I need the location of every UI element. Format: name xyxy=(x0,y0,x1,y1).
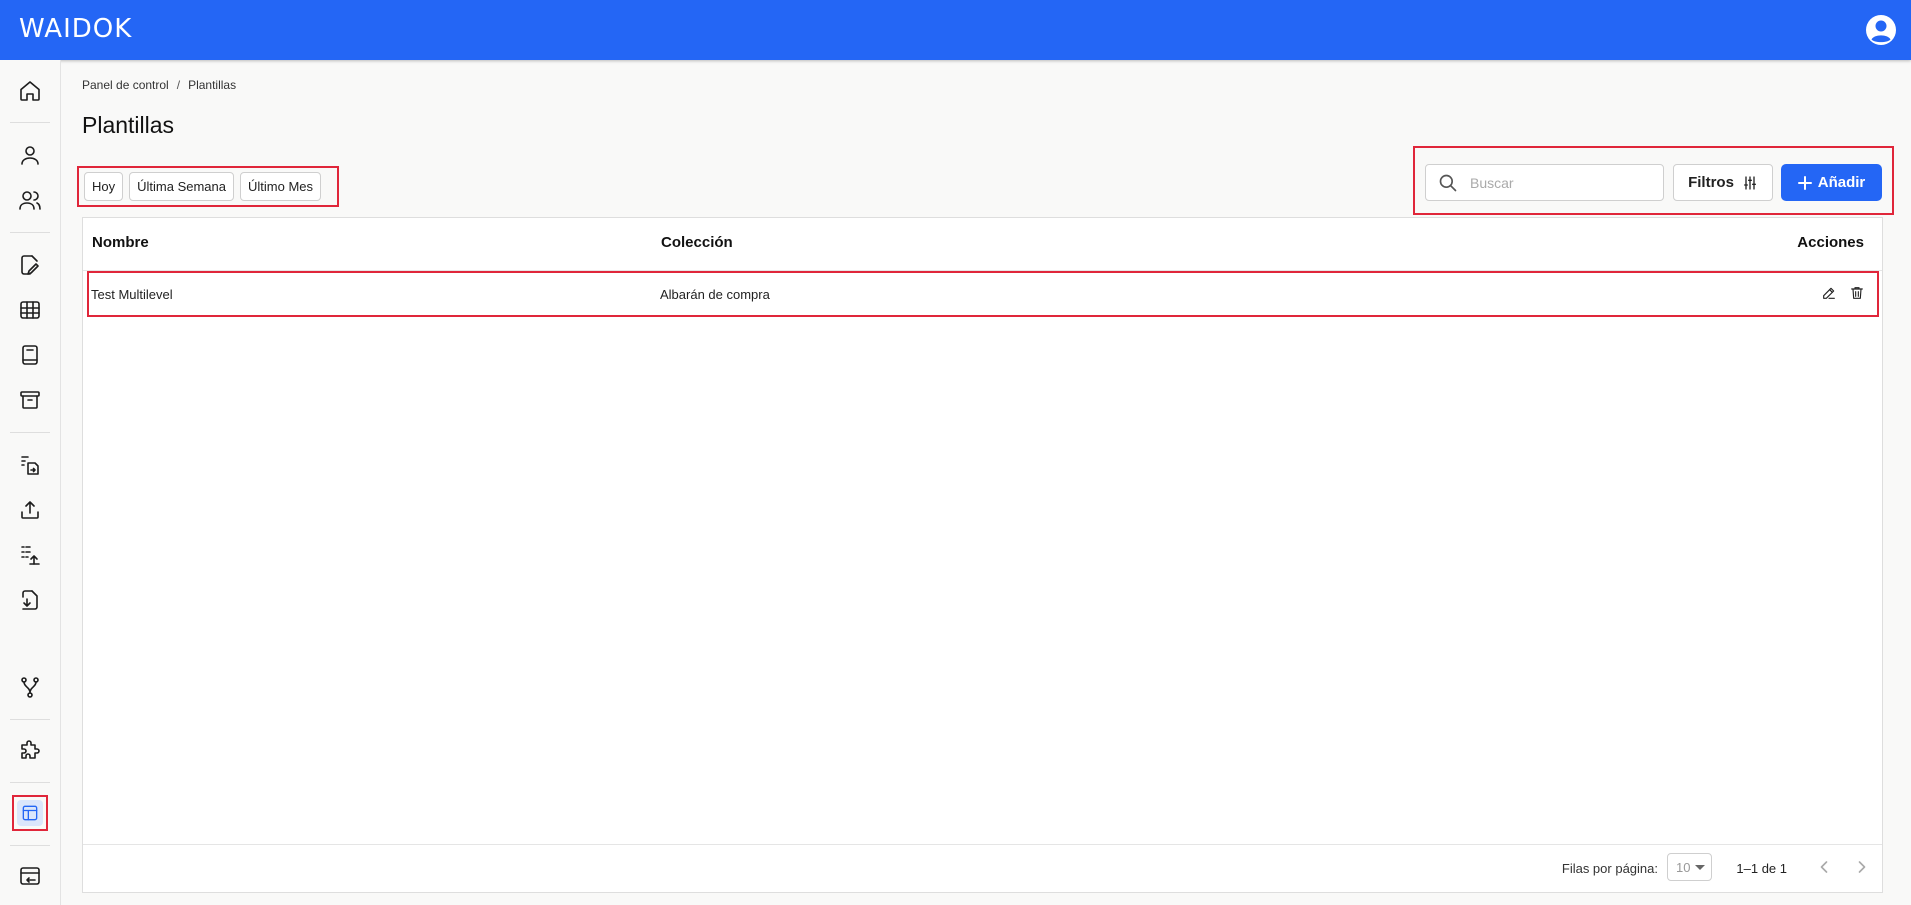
breadcrumb: Panel de control / Plantillas xyxy=(82,78,236,92)
breadcrumb-current: Plantillas xyxy=(188,78,237,92)
add-button[interactable]: Añadir xyxy=(1781,164,1882,201)
trash-icon[interactable] xyxy=(1849,285,1865,301)
pagination-range: 1–1 de 1 xyxy=(1736,861,1787,876)
workflow-icon[interactable] xyxy=(12,669,48,705)
search-box xyxy=(1425,164,1664,201)
user-icon[interactable] xyxy=(12,137,48,173)
divider xyxy=(10,232,50,233)
divider xyxy=(10,719,50,720)
sidebar xyxy=(0,60,61,905)
templates-table: Nombre Colección Acciones Test Multileve… xyxy=(82,217,1883,893)
filter-chip-last-month[interactable]: Último Mes xyxy=(240,172,322,201)
filter-chip-today[interactable]: Hoy xyxy=(84,172,124,201)
breadcrumb-home[interactable]: Panel de control xyxy=(82,78,169,92)
dropdown-arrow-icon xyxy=(1695,865,1705,870)
pagination-footer: Filas por página: 10 1–1 de 1 xyxy=(83,845,1882,893)
plus-icon xyxy=(1797,175,1812,190)
top-bar: WAIDOK xyxy=(0,0,1911,60)
column-header-coleccion[interactable]: Colección xyxy=(661,234,733,251)
add-label: Añadir xyxy=(1817,174,1866,191)
edit-icon[interactable] xyxy=(1821,285,1837,301)
puzzle-icon[interactable] xyxy=(12,733,48,769)
filter-chip-last-week[interactable]: Última Semana xyxy=(129,172,234,201)
divider xyxy=(10,845,50,846)
sliders-icon xyxy=(1743,175,1756,190)
next-page-icon[interactable] xyxy=(1852,857,1872,877)
import-export-icon[interactable] xyxy=(12,858,48,894)
transfer-documents-icon[interactable] xyxy=(12,447,48,483)
page-title: Plantillas xyxy=(82,112,175,138)
rows-per-page-label: Filas por página: xyxy=(1561,861,1658,876)
divider xyxy=(10,782,50,783)
rows-per-page-value: 10 xyxy=(1676,860,1691,875)
search-input[interactable] xyxy=(1468,171,1652,195)
archive-icon[interactable] xyxy=(12,382,48,418)
column-header-acciones: Acciones xyxy=(1797,234,1864,251)
document-edit-icon[interactable] xyxy=(12,247,48,283)
templates-icon[interactable] xyxy=(12,795,48,831)
table-icon[interactable] xyxy=(12,292,48,328)
table-row[interactable]: Test Multilevel Albarán de compra xyxy=(87,271,1879,317)
logo[interactable]: WAIDOK xyxy=(19,14,132,44)
batch-upload-icon[interactable] xyxy=(12,537,48,573)
upload-icon[interactable] xyxy=(12,492,48,528)
filters-label: Filtros xyxy=(1688,174,1734,191)
file-download-icon[interactable] xyxy=(12,582,48,618)
divider xyxy=(10,122,50,123)
home-icon[interactable] xyxy=(12,73,48,109)
toolbar-actions: Filtros Añadir xyxy=(1413,146,1894,215)
cell-coleccion: Albarán de compra xyxy=(660,287,770,302)
breadcrumb-separator: / xyxy=(176,78,181,92)
date-filter-group: Hoy Última Semana Último Mes xyxy=(77,166,339,207)
users-icon[interactable] xyxy=(12,182,48,218)
templates-icon-highlight xyxy=(17,800,43,826)
column-header-nombre[interactable]: Nombre xyxy=(92,234,149,251)
filters-button[interactable]: Filtros xyxy=(1673,164,1773,201)
divider xyxy=(10,432,50,433)
book-icon[interactable] xyxy=(12,337,48,373)
search-icon xyxy=(1439,174,1457,192)
cell-nombre: Test Multilevel xyxy=(91,287,173,302)
previous-page-icon[interactable] xyxy=(1814,857,1834,877)
row-actions xyxy=(1821,285,1865,301)
rows-per-page-select[interactable]: 10 xyxy=(1667,853,1712,881)
profile-icon[interactable] xyxy=(1865,14,1897,46)
